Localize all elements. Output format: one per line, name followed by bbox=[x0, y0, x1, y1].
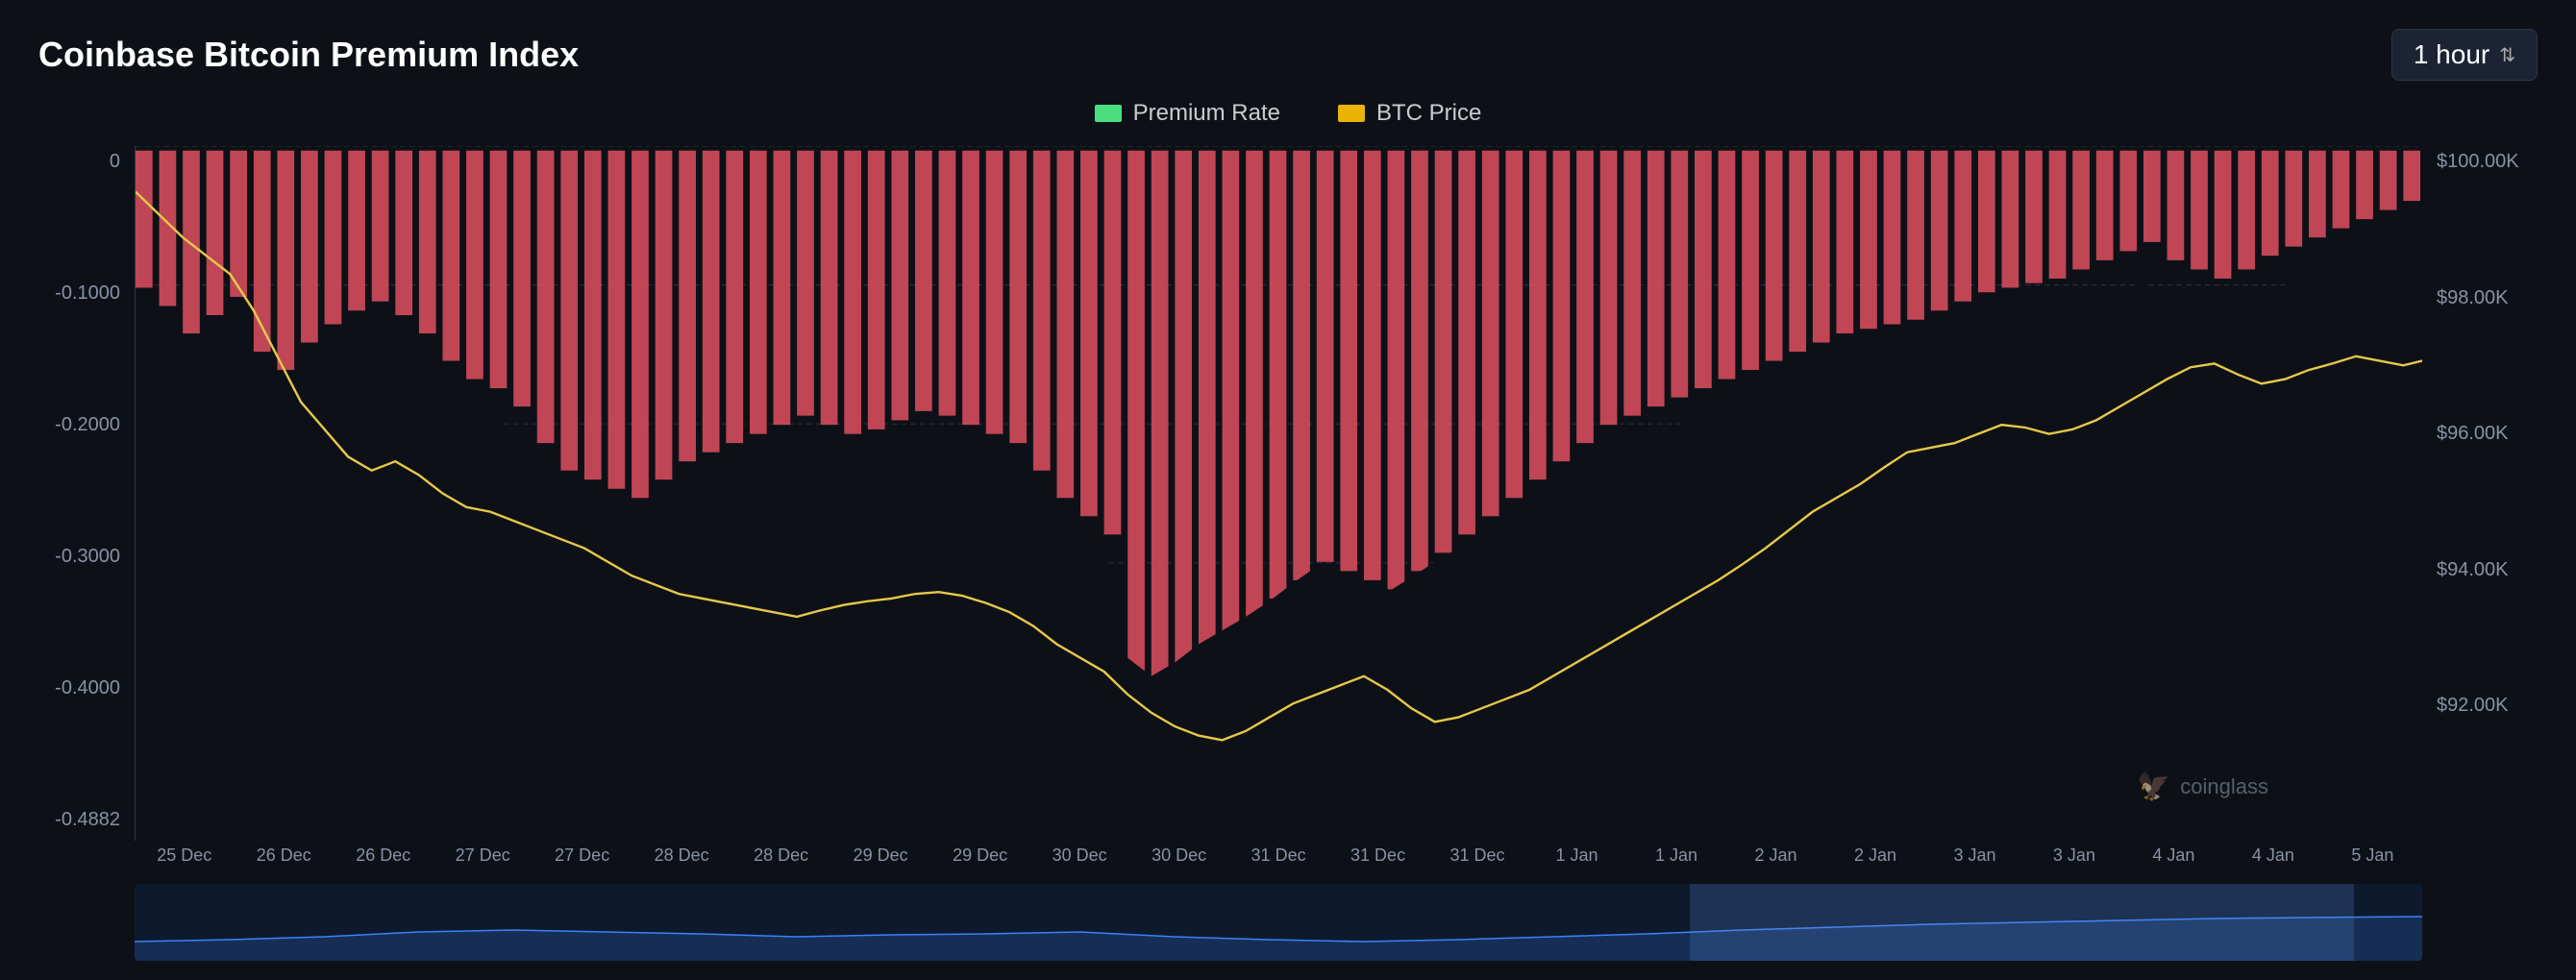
coinglass-icon: 🦅 bbox=[2137, 771, 2170, 802]
bars-group: // This won't execute in SVG, using path… bbox=[136, 151, 2422, 841]
legend-label-premium: Premium Rate bbox=[1133, 100, 1280, 127]
coinglass-text: coinglass bbox=[2180, 774, 2268, 799]
x-label-14: 1 Jan bbox=[1527, 845, 1626, 866]
legend-item-btc: BTC Price bbox=[1338, 100, 1481, 127]
x-label-1: 26 Dec bbox=[234, 845, 333, 866]
chart-svg: // This won't execute in SVG, using path… bbox=[136, 146, 2422, 841]
x-label-9: 30 Dec bbox=[1029, 845, 1128, 866]
x-label-3: 27 Dec bbox=[433, 845, 532, 866]
coinglass-branding: 🦅 coinglass bbox=[2137, 771, 2268, 802]
x-label-19: 3 Jan bbox=[2024, 845, 2123, 866]
y-axis-right: $100.00K $98.00K $96.00K $94.00K $92.00K bbox=[2422, 146, 2538, 841]
x-labels: 25 Dec 26 Dec 26 Dec 27 Dec 27 Dec 28 De… bbox=[135, 841, 2422, 870]
x-label-17: 2 Jan bbox=[1825, 845, 1924, 866]
chart-area: 0 -0.1000 -0.2000 -0.3000 -0.4000 -0.488… bbox=[38, 146, 2538, 841]
x-label-18: 3 Jan bbox=[1925, 845, 2024, 866]
y-label-right-1: $98.00K bbox=[2422, 287, 2538, 309]
x-label-7: 29 Dec bbox=[830, 845, 929, 866]
x-label-10: 30 Dec bbox=[1129, 845, 1228, 866]
y-label-4: -0.4000 bbox=[38, 677, 135, 699]
y-label-5: -0.4882 bbox=[38, 809, 135, 831]
x-label-13: 31 Dec bbox=[1427, 845, 1526, 866]
y-label-1: -0.1000 bbox=[38, 282, 135, 305]
time-selector[interactable]: 1 hour ⇅ bbox=[2391, 29, 2538, 81]
minimap-area[interactable]: ⏸ ⏸ bbox=[135, 884, 2422, 961]
y-label-right-3: $94.00K bbox=[2422, 559, 2538, 581]
legend-color-btc bbox=[1338, 105, 1365, 122]
x-label-5: 28 Dec bbox=[632, 845, 731, 866]
x-label-20: 4 Jan bbox=[2124, 845, 2223, 866]
time-selector-label: 1 hour bbox=[2414, 39, 2489, 70]
x-label-4: 27 Dec bbox=[533, 845, 632, 866]
x-label-16: 2 Jan bbox=[1726, 845, 1825, 866]
legend: Premium Rate BTC Price bbox=[38, 100, 2538, 127]
x-label-22: 5 Jan bbox=[2323, 845, 2422, 866]
legend-item-premium: Premium Rate bbox=[1095, 100, 1280, 127]
y-label-right-2: $96.00K bbox=[2422, 423, 2538, 445]
x-label-12: 31 Dec bbox=[1328, 845, 1427, 866]
x-label-2: 26 Dec bbox=[334, 845, 433, 866]
x-label-8: 29 Dec bbox=[930, 845, 1029, 866]
y-label-right-4: $92.00K bbox=[2422, 695, 2538, 717]
x-axis: 25 Dec 26 Dec 26 Dec 27 Dec 27 Dec 28 De… bbox=[135, 841, 2422, 879]
main-container: Coinbase Bitcoin Premium Index 1 hour ⇅ … bbox=[0, 0, 2576, 980]
legend-color-premium bbox=[1095, 105, 1122, 122]
y-label-2: -0.2000 bbox=[38, 414, 135, 436]
y-label-0: 0 bbox=[38, 151, 135, 173]
y-label-right-0: $100.00K bbox=[2422, 151, 2538, 173]
y-axis-left: 0 -0.1000 -0.2000 -0.3000 -0.4000 -0.488… bbox=[38, 146, 135, 841]
minimap-selected-region bbox=[1690, 884, 2353, 961]
x-label-0: 25 Dec bbox=[135, 845, 234, 866]
y-label-3: -0.3000 bbox=[38, 546, 135, 568]
legend-label-btc: BTC Price bbox=[1376, 100, 1481, 127]
x-label-6: 28 Dec bbox=[731, 845, 830, 866]
chevron-updown-icon: ⇅ bbox=[2499, 43, 2515, 67]
header: Coinbase Bitcoin Premium Index 1 hour ⇅ bbox=[38, 29, 2538, 81]
x-label-21: 4 Jan bbox=[2223, 845, 2322, 866]
x-label-15: 1 Jan bbox=[1626, 845, 1725, 866]
x-label-11: 31 Dec bbox=[1228, 845, 1327, 866]
chart-main: // This won't execute in SVG, using path… bbox=[135, 146, 2422, 841]
page-title: Coinbase Bitcoin Premium Index bbox=[38, 35, 579, 75]
